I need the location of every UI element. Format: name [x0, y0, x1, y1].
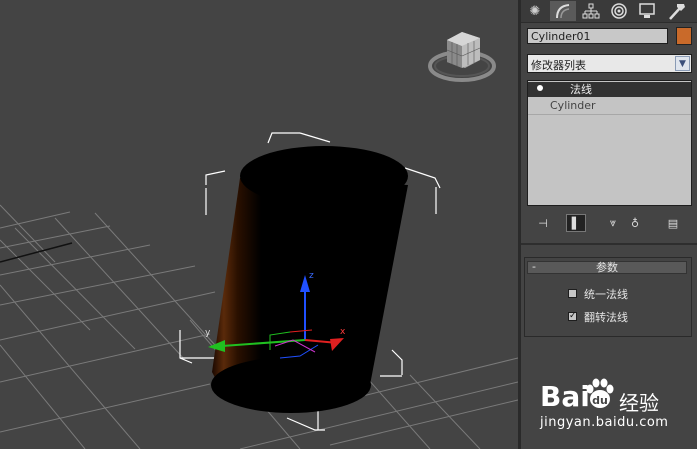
trash-icon: ♁	[630, 216, 640, 230]
configure-modifier-sets-button[interactable]: ▤	[663, 214, 683, 232]
modifier-list-dropdown[interactable]: 修改器列表 ▼	[527, 54, 692, 73]
hierarchy-icon	[582, 3, 600, 19]
pin-stack-button[interactable]: ⊣	[533, 214, 553, 232]
end-result-icon: ▌	[571, 216, 581, 230]
make-unique-button[interactable]: ⩔	[603, 214, 623, 232]
stack-item-normal-label: 法线	[570, 83, 592, 96]
perspective-viewport[interactable]: z y x	[0, 0, 518, 449]
utilities-tab[interactable]	[664, 1, 690, 21]
flip-normals-label: 翻转法线	[584, 311, 628, 324]
modifier-list-label: 修改器列表	[531, 59, 586, 72]
stack-toolbar: ⊣ ▌ ⩔ ♁ ▤	[521, 212, 697, 234]
paw-icon: du	[586, 378, 614, 408]
watermark-du: du	[592, 394, 608, 407]
panel-separator	[521, 243, 697, 245]
command-panel-tabs: ✺	[521, 0, 697, 23]
stack-item-cylinder[interactable]: Cylinder	[528, 98, 691, 113]
bend-icon	[556, 4, 570, 19]
pin-icon: ⊣	[538, 216, 548, 230]
object-color-swatch[interactable]	[676, 27, 692, 45]
sun-icon: ✺	[529, 3, 541, 19]
remove-modifier-button[interactable]: ♁	[625, 214, 645, 232]
stack-item-cylinder-label: Cylinder	[550, 99, 596, 112]
configure-icon: ▤	[667, 216, 679, 230]
object-name-field[interactable]: Cylinder01	[527, 28, 668, 44]
show-end-result-button[interactable]: ▌	[566, 214, 586, 232]
chevron-down-icon[interactable]: ▼	[675, 56, 690, 71]
display-tab[interactable]	[634, 1, 660, 21]
axis-x-label: x	[340, 327, 346, 337]
baidu-jingyan-watermark: Bai du 经验 jingyan.baidu.com	[540, 375, 690, 435]
watermark-url: jingyan.baidu.com	[540, 415, 669, 430]
modify-tab[interactable]	[550, 1, 576, 21]
watermark-text: 经验	[619, 391, 659, 415]
motion-tab[interactable]	[606, 1, 632, 21]
lightbulb-icon[interactable]	[537, 85, 543, 91]
hammer-icon	[669, 4, 685, 20]
parameters-title: 参数	[596, 261, 618, 274]
unify-normals-checkbox[interactable]	[568, 289, 577, 298]
display-icon	[639, 3, 655, 18]
parameters-rollout-header[interactable]: - 参数	[527, 261, 687, 274]
unify-normals-label: 统一法线	[584, 288, 628, 301]
create-tab[interactable]: ✺	[522, 1, 548, 21]
viewcube[interactable]	[428, 32, 496, 82]
axis-z-label: z	[309, 271, 314, 281]
modifier-stack[interactable]: 法线 Cylinder	[527, 80, 692, 206]
axis-y-label: y	[205, 328, 211, 338]
stack-item-normal[interactable]: 法线	[528, 82, 691, 97]
hierarchy-tab[interactable]	[578, 1, 604, 21]
make-unique-icon: ⩔	[609, 216, 617, 229]
stack-separator	[528, 114, 691, 115]
motion-icon	[611, 3, 627, 19]
flip-normals-checkbox[interactable]: ✓	[568, 312, 577, 321]
